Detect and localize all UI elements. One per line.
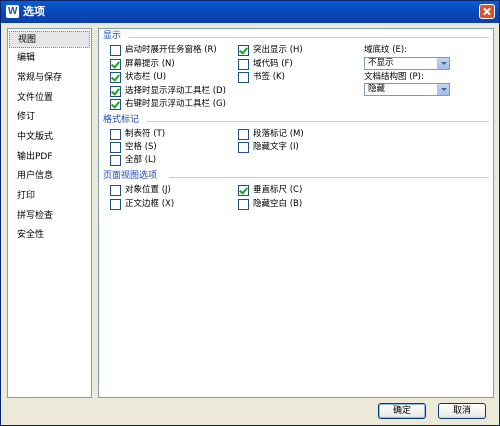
dialog-title: 选项 (23, 5, 45, 18)
title-bar[interactable]: 选项 (1, 1, 499, 23)
sidebar-item-chinese-layout[interactable]: 中文版式 (9, 129, 90, 146)
cancel-button[interactable]: 取消 (438, 403, 486, 419)
sidebar-item-edit[interactable]: 编辑 (9, 50, 90, 67)
format-marks-section-title: 格式标记 (103, 115, 140, 125)
checkbox-unchecked[interactable] (110, 45, 121, 56)
checkbox-checked[interactable] (110, 86, 121, 97)
checkbox-checked[interactable] (110, 72, 121, 83)
close-icon[interactable] (479, 4, 495, 19)
checkbox-unchecked[interactable] (238, 72, 249, 83)
checkbox-unchecked[interactable] (110, 155, 121, 166)
checkbox-unchecked[interactable] (110, 185, 121, 196)
options-dialog: 选项 视图 编辑 常规与保存 文件位置 修订 中文版式 输出PDF 用户信息 打… (0, 0, 500, 426)
sidebar-item-revisions[interactable]: 修订 (9, 109, 90, 126)
sidebar-item-security[interactable]: 安全性 (9, 227, 90, 244)
category-list: 视图 编辑 常规与保存 文件位置 修订 中文版式 输出PDF 用户信息 打印 拼… (7, 28, 92, 398)
page-view-section-title: 页面视图选项 (103, 171, 158, 181)
sidebar-item-view[interactable]: 视图 (9, 31, 90, 48)
checkbox-unchecked[interactable] (110, 129, 121, 140)
sidebar-item-spell-check[interactable]: 拼写检查 (9, 208, 90, 225)
wps-app-icon (6, 5, 19, 18)
sidebar-item-file-locations[interactable]: 文件位置 (9, 90, 90, 107)
sidebar-item-export-pdf[interactable]: 输出PDF (9, 149, 90, 166)
doc-map-label: 文档结构图 (P): (364, 72, 424, 82)
sidebar-item-general-save[interactable]: 常规与保存 (9, 70, 90, 87)
checkbox-checked[interactable] (238, 185, 249, 196)
field-shading-label: 域底纹 (E): (364, 45, 408, 55)
section-divider (129, 37, 489, 38)
checkbox-checked[interactable] (110, 59, 121, 70)
ok-button[interactable]: 确定 (378, 403, 426, 419)
chevron-down-icon[interactable] (437, 58, 449, 69)
checkbox-unchecked[interactable] (238, 59, 249, 70)
section-divider (147, 121, 489, 122)
checkbox-checked[interactable] (110, 99, 121, 110)
checkbox-unchecked[interactable] (238, 199, 249, 210)
sidebar-item-user-info[interactable]: 用户信息 (9, 168, 90, 185)
view-settings-panel: 显示 启动时展开任务窗格 (R) 屏幕提示 (N) 状态栏 (U) 选择时显示浮… (98, 28, 494, 398)
display-section-title: 显示 (103, 31, 122, 41)
doc-map-select[interactable]: 隐藏 (364, 83, 450, 96)
checkbox-unchecked[interactable] (238, 129, 249, 140)
checkbox-unchecked[interactable] (110, 142, 121, 153)
checkbox-unchecked[interactable] (110, 199, 121, 210)
checkbox-unchecked[interactable] (238, 142, 249, 153)
field-shading-select[interactable]: 不显示 (364, 57, 450, 70)
sidebar-item-print[interactable]: 打印 (9, 188, 90, 205)
chevron-down-icon[interactable] (437, 84, 449, 95)
checkbox-checked[interactable] (238, 45, 249, 56)
section-divider (169, 177, 489, 178)
